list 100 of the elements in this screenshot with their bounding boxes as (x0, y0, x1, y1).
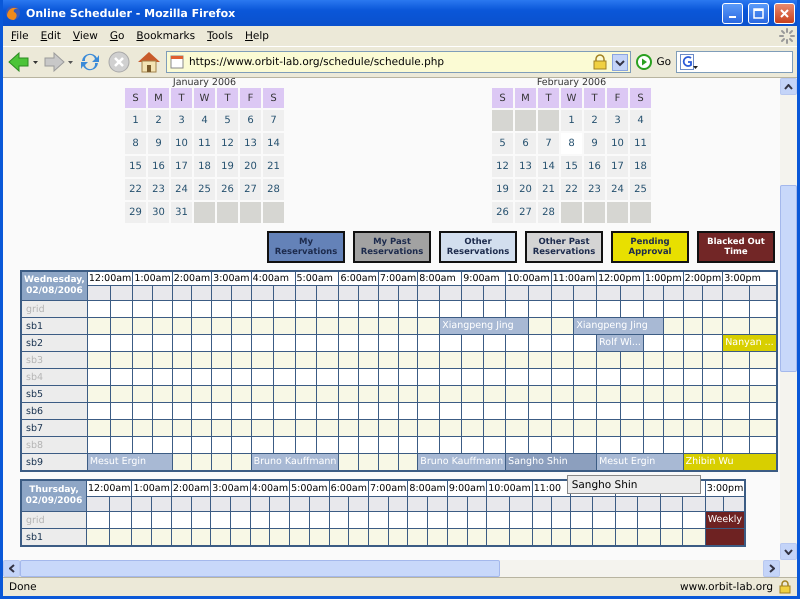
calendar-day[interactable]: 5 (492, 133, 513, 154)
time-slot[interactable] (270, 528, 290, 546)
time-slot[interactable] (418, 402, 440, 420)
time-slot[interactable] (251, 334, 274, 352)
calendar-day[interactable]: 6 (515, 133, 536, 154)
calendar-day[interactable]: 11 (194, 133, 215, 154)
time-slot[interactable] (462, 368, 484, 386)
horizontal-scrollbar[interactable] (3, 560, 797, 577)
time-slot[interactable] (620, 402, 644, 420)
search-field[interactable] (676, 51, 793, 73)
time-slot[interactable] (722, 386, 750, 402)
time-slot[interactable] (251, 368, 274, 386)
time-slot[interactable] (251, 386, 274, 402)
time-slot[interactable] (273, 352, 295, 368)
time-slot[interactable] (251, 352, 274, 368)
time-slot[interactable] (418, 386, 440, 402)
time-slot[interactable] (440, 352, 462, 368)
calendar-day[interactable]: 26 (217, 179, 238, 200)
time-slot[interactable] (316, 402, 339, 420)
time-slot[interactable] (110, 334, 133, 352)
time-slot[interactable] (722, 436, 750, 454)
time-slot[interactable] (316, 318, 339, 334)
menu-item[interactable]: Edit (34, 30, 67, 42)
time-slot[interactable] (620, 420, 644, 436)
time-slot[interactable] (749, 402, 777, 420)
time-slot[interactable] (570, 528, 593, 546)
calendar-day[interactable]: 27 (515, 202, 536, 223)
go-button[interactable]: Go (634, 54, 673, 70)
time-slot[interactable] (467, 528, 487, 546)
time-slot[interactable] (295, 334, 317, 352)
time-slot[interactable] (506, 352, 528, 368)
time-slot[interactable] (329, 528, 349, 546)
time-slot[interactable] (722, 402, 750, 420)
menu-item[interactable]: File (5, 30, 35, 42)
time-slot[interactable] (486, 528, 510, 546)
time-slot[interactable] (596, 300, 620, 318)
time-slot[interactable] (316, 420, 339, 436)
calendar-day[interactable]: 12 (492, 156, 513, 177)
time-slot[interactable] (462, 402, 484, 420)
time-slot[interactable] (358, 454, 378, 471)
calendar-day[interactable]: 13 (240, 133, 261, 154)
time-slot[interactable] (574, 352, 597, 368)
time-slot[interactable] (316, 436, 339, 454)
time-slot[interactable] (110, 352, 133, 368)
calendar-day[interactable]: 16 (148, 156, 169, 177)
time-slot[interactable] (528, 420, 552, 436)
time-slot[interactable] (87, 368, 110, 386)
time-slot[interactable] (250, 528, 270, 546)
time-slot[interactable] (486, 512, 510, 528)
calendar-day[interactable]: 8 (125, 133, 146, 154)
calendar-day[interactable]: 4 (194, 110, 215, 131)
time-slot[interactable] (528, 334, 552, 352)
calendar-day[interactable]: 24 (607, 179, 628, 200)
time-slot[interactable] (290, 528, 310, 546)
time-slot[interactable] (132, 528, 152, 546)
time-slot[interactable] (316, 334, 339, 352)
calendar-day[interactable]: 15 (561, 156, 582, 177)
time-slot[interactable] (574, 386, 597, 402)
time-slot[interactable] (620, 300, 644, 318)
time-slot[interactable] (484, 386, 506, 402)
calendar-day[interactable]: 5 (217, 110, 238, 131)
time-slot[interactable] (574, 402, 597, 420)
menu-item[interactable]: Help (239, 30, 275, 42)
time-slot[interactable] (408, 528, 428, 546)
time-slot[interactable] (87, 402, 110, 420)
time-slot[interactable] (551, 352, 574, 368)
time-slot[interactable] (484, 300, 506, 318)
time-slot[interactable] (506, 402, 528, 420)
time-slot[interactable] (273, 368, 295, 386)
time-slot[interactable] (462, 436, 484, 454)
calendar-day[interactable]: 17 (171, 156, 192, 177)
calendar-day[interactable]: 4 (630, 110, 651, 131)
time-slot[interactable] (484, 352, 506, 368)
time-slot[interactable] (110, 368, 133, 386)
time-slot[interactable] (295, 368, 317, 386)
calendar-day[interactable]: 20 (515, 179, 536, 200)
close-button[interactable] (774, 2, 795, 24)
time-slot[interactable] (210, 528, 230, 546)
time-slot[interactable] (316, 352, 339, 368)
time-slot[interactable] (251, 300, 274, 318)
calendar-day[interactable]: 2 (584, 110, 605, 131)
calendar-day[interactable]: 7 (538, 133, 559, 154)
time-slot[interactable] (506, 436, 528, 454)
calendar-day[interactable]: 1 (561, 110, 582, 131)
time-slot[interactable] (273, 334, 295, 352)
time-slot[interactable] (722, 352, 750, 368)
time-slot[interactable] (273, 300, 295, 318)
time-slot[interactable] (273, 318, 295, 334)
time-slot[interactable] (749, 420, 777, 436)
time-slot[interactable] (87, 436, 110, 454)
scroll-thumb[interactable] (20, 560, 500, 577)
time-slot[interactable] (682, 512, 706, 528)
time-slot[interactable] (615, 528, 638, 546)
time-slot[interactable] (191, 528, 211, 546)
time-slot[interactable] (273, 402, 295, 420)
time-slot[interactable] (574, 420, 597, 436)
time-slot[interactable] (509, 512, 532, 528)
scroll-left-button[interactable] (3, 560, 20, 577)
calendar-day[interactable]: 13 (515, 156, 536, 177)
time-slot[interactable] (440, 334, 462, 352)
